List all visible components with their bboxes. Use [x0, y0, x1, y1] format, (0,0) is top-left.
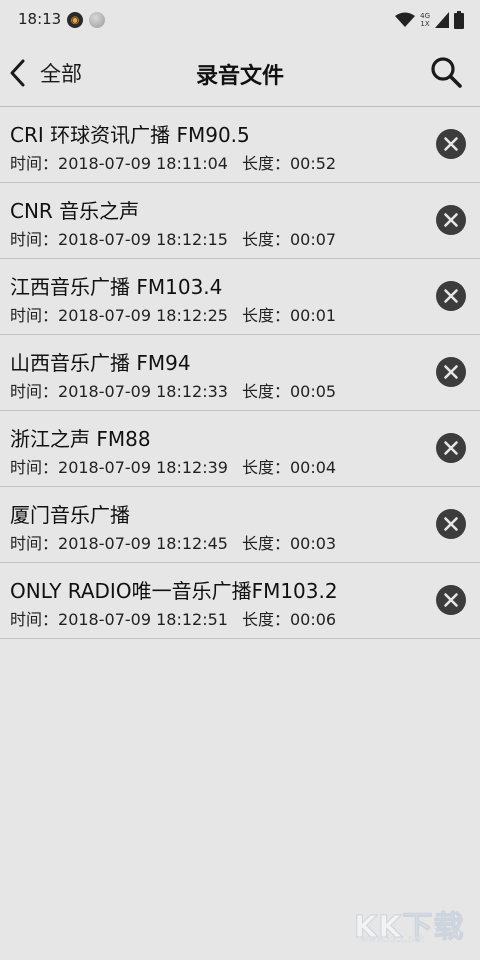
delete-button[interactable]	[436, 509, 466, 539]
recording-meta: 时间：2018-07-09 18:12:25 长度：00:01	[10, 302, 336, 326]
duration-label: 长度：	[241, 154, 290, 173]
close-icon	[444, 137, 458, 151]
delete-button[interactable]	[436, 585, 466, 615]
recording-title: 江西音乐广播 FM103.4	[10, 275, 223, 299]
page-title: 录音文件	[195, 64, 284, 89]
signal-icon	[435, 12, 449, 28]
recording-item[interactable]: 山西音乐广播 FM94 时间：2018-07-09 18:12:33 长度：00:…	[0, 335, 480, 411]
time-label: 时间：	[10, 534, 59, 553]
title-bar: 全部 录音文件	[0, 40, 480, 107]
duration-label: 长度：	[241, 382, 290, 401]
recording-title: ONLY RADIO唯一音乐广播FM103.2	[10, 579, 338, 603]
close-icon	[444, 517, 458, 531]
recording-time: 2018-07-09 18:12:33	[58, 382, 228, 401]
close-icon	[444, 365, 458, 379]
recording-time: 2018-07-09 18:12:25	[58, 306, 228, 325]
duration-label: 长度：	[241, 306, 290, 325]
recording-duration: 00:04	[289, 458, 337, 477]
close-icon	[444, 289, 458, 303]
recording-time: 2018-07-09 18:12:51	[58, 610, 228, 629]
network-label-bottom: 1X	[420, 20, 430, 28]
delete-button[interactable]	[436, 129, 466, 159]
recording-duration: 00:03	[289, 534, 337, 553]
dot-notification-icon	[89, 12, 105, 28]
recording-title: 山西音乐广播 FM94	[10, 351, 191, 375]
recording-duration: 00:01	[289, 306, 337, 325]
recording-meta: 时间：2018-07-09 18:12:45 长度：00:03	[10, 530, 336, 554]
close-icon	[444, 441, 458, 455]
recording-meta: 时间：2018-07-09 18:12:51 长度：00:06	[10, 606, 336, 630]
recording-title: 浙江之声 FM88	[10, 427, 151, 451]
recording-time: 2018-07-09 18:12:45	[58, 534, 228, 553]
duration-label: 长度：	[241, 230, 290, 249]
recording-duration: 00:52	[289, 154, 337, 173]
delete-button[interactable]	[436, 357, 466, 387]
status-time: 18:13	[18, 10, 62, 28]
recording-time: 2018-07-09 18:12:15	[58, 230, 228, 249]
recording-meta: 时间：2018-07-09 18:12:39 长度：00:04	[10, 454, 336, 478]
time-label: 时间：	[10, 458, 59, 477]
recording-item[interactable]: 江西音乐广播 FM103.4 时间：2018-07-09 18:12:25 长度：…	[0, 259, 480, 335]
status-icons: 4G 1X	[395, 9, 464, 31]
recording-title: CRI 环球资讯广播 FM90.5	[10, 123, 250, 147]
duration-label: 长度：	[241, 610, 290, 629]
close-icon	[444, 213, 458, 227]
recording-title: CNR 音乐之声	[10, 199, 140, 223]
recording-duration: 00:05	[289, 382, 337, 401]
recording-duration: 00:07	[289, 230, 337, 249]
recording-time: 2018-07-09 18:11:04	[58, 154, 228, 173]
recording-time: 2018-07-09 18:12:39	[58, 458, 228, 477]
recording-item[interactable]: ONLY RADIO唯一音乐广播FM103.2 时间：2018-07-09 18…	[0, 563, 480, 639]
battery-icon	[454, 11, 464, 29]
time-label: 时间：	[10, 306, 59, 325]
recording-meta: 时间：2018-07-09 18:12:33 长度：00:05	[10, 378, 336, 402]
recording-item[interactable]: 厦门音乐广播 时间：2018-07-09 18:12:45 长度：00:03	[0, 487, 480, 563]
delete-button[interactable]	[436, 433, 466, 463]
search-icon	[431, 57, 462, 88]
delete-button[interactable]	[436, 281, 466, 311]
watermark-url: www.kkx.net	[360, 934, 424, 945]
duration-label: 长度：	[241, 534, 290, 553]
wifi-icon	[395, 12, 416, 27]
network-label-top: 4G	[420, 12, 430, 20]
network-type-label: 4G 1X	[420, 12, 430, 28]
recording-item[interactable]: CNR 音乐之声 时间：2018-07-09 18:12:15 长度：00:07	[0, 183, 480, 259]
time-label: 时间：	[10, 230, 59, 249]
recording-item[interactable]: 浙江之声 FM88 时间：2018-07-09 18:12:39 长度：00:04	[0, 411, 480, 487]
search-button[interactable]	[428, 54, 466, 92]
app-notification-icon: ◉	[67, 12, 83, 28]
recording-duration: 00:06	[289, 610, 337, 629]
time-label: 时间：	[10, 610, 59, 629]
recording-item[interactable]: CRI 环球资讯广播 FM90.5 时间：2018-07-09 18:11:04…	[0, 107, 480, 183]
close-icon	[444, 593, 458, 607]
delete-button[interactable]	[436, 205, 466, 235]
time-label: 时间：	[10, 382, 59, 401]
watermark-logo: KK下载 www.kkx.net	[350, 902, 470, 946]
recording-meta: 时间：2018-07-09 18:11:04 长度：00:52	[10, 150, 336, 174]
duration-label: 长度：	[241, 458, 290, 477]
status-bar: 18:13 ◉ 4G 1X	[0, 0, 480, 40]
time-label: 时间：	[10, 154, 59, 173]
recording-meta: 时间：2018-07-09 18:12:15 长度：00:07	[10, 226, 336, 250]
recording-title: 厦门音乐广播	[10, 503, 130, 527]
recording-list: CRI 环球资讯广播 FM90.5 时间：2018-07-09 18:11:04…	[0, 107, 480, 639]
